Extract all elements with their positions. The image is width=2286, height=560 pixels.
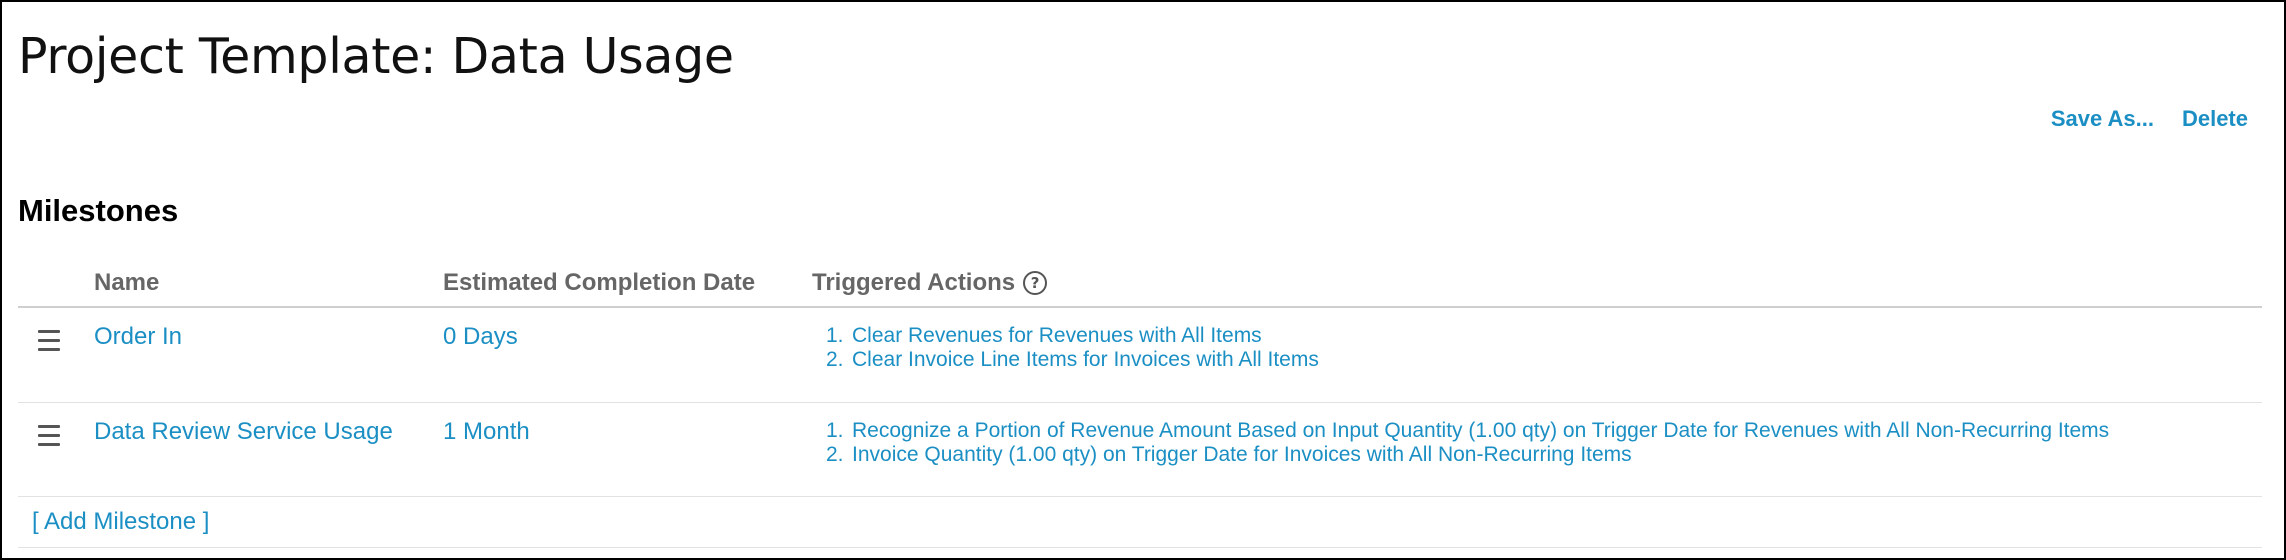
add-milestone-row: [ Add Milestone ]	[18, 497, 2262, 548]
triggered-action-link[interactable]: Clear Revenues for Revenues with All Ite…	[852, 324, 1262, 348]
list-item: 2. Invoice Quantity (1.00 qty) on Trigge…	[816, 443, 2109, 467]
list-number: 1.	[826, 324, 844, 347]
triggered-actions-list: 1. Recognize a Portion of Revenue Amount…	[816, 419, 2109, 467]
column-header-actions-label: Triggered Actions	[812, 269, 1016, 296]
column-header-name: Name	[94, 269, 160, 296]
table-row: Data Review Service Usage 1 Month 1. Rec…	[18, 403, 2262, 497]
list-number: 2.	[826, 348, 844, 371]
milestone-date-link[interactable]: 1 Month	[443, 418, 530, 446]
toolbar-actions: Save As... Delete	[2051, 106, 2248, 132]
page-title: Project Template: Data Usage	[18, 28, 734, 85]
delete-button[interactable]: Delete	[2182, 106, 2248, 132]
triggered-action-link[interactable]: Clear Invoice Line Items for Invoices wi…	[852, 348, 1319, 372]
list-item: 1. Recognize a Portion of Revenue Amount…	[816, 419, 2109, 443]
column-header-actions: Triggered Actions ?	[812, 269, 1048, 297]
save-as-button[interactable]: Save As...	[2051, 106, 2154, 132]
column-header-date: Estimated Completion Date	[443, 269, 756, 296]
list-number: 2.	[826, 443, 844, 466]
add-milestone-link[interactable]: [ Add Milestone ]	[32, 508, 209, 536]
drag-handle-icon[interactable]	[38, 330, 60, 357]
help-icon[interactable]: ?	[1023, 271, 1048, 295]
list-item: 1. Clear Revenues for Revenues with All …	[816, 324, 1319, 348]
milestone-name-link[interactable]: Order In	[94, 323, 182, 351]
milestones-heading: Milestones	[18, 193, 179, 228]
triggered-actions-list: 1. Clear Revenues for Revenues with All …	[816, 324, 1319, 372]
milestone-date-link[interactable]: 0 Days	[443, 323, 518, 351]
page-frame: Project Template: Data Usage Save As... …	[0, 0, 2286, 560]
list-item: 2. Clear Invoice Line Items for Invoices…	[816, 348, 1319, 372]
table-row: Order In 0 Days 1. Clear Revenues for Re…	[18, 308, 2262, 403]
triggered-action-link[interactable]: Recognize a Portion of Revenue Amount Ba…	[852, 419, 2109, 443]
list-number: 1.	[826, 419, 844, 442]
milestones-table: Name Estimated Completion Date Triggered…	[18, 260, 2262, 548]
triggered-action-link[interactable]: Invoice Quantity (1.00 qty) on Trigger D…	[852, 443, 1632, 467]
table-header: Name Estimated Completion Date Triggered…	[18, 260, 2262, 308]
milestone-name-link[interactable]: Data Review Service Usage	[94, 418, 393, 446]
drag-handle-icon[interactable]	[38, 425, 60, 452]
